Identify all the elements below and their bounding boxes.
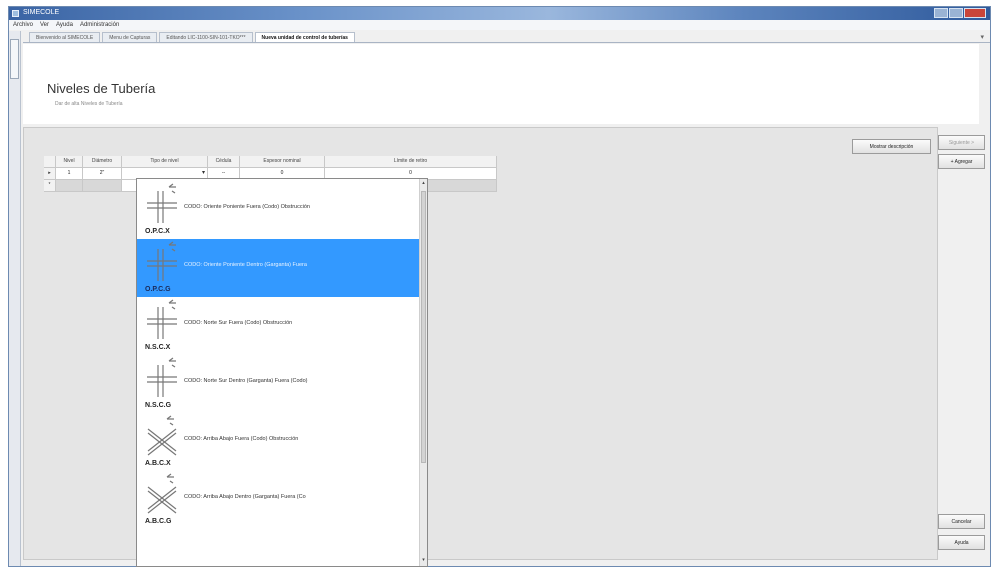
side-tab-nuevo-elemento[interactable] <box>10 39 19 79</box>
tab-bienvenido[interactable]: Bienvenido al SIMECOLE <box>29 32 101 42</box>
maximize-button[interactable] <box>949 8 963 18</box>
menu-ver[interactable]: Ver <box>40 22 49 28</box>
option-description: CODO: Oriente Poniente Dentro (Garganta)… <box>184 262 307 268</box>
grid-header-row: Nivel Diámetro Tipo de nivel Cédula Espe… <box>44 156 497 168</box>
page-header: Niveles de Tubería Dar de alta Niveles d… <box>23 44 979 124</box>
menu-bar: Archivo Ver Ayuda Administración <box>9 20 990 30</box>
option-description: CODO: Arriba Abajo Fuera (Codo) Obstrucc… <box>184 436 299 442</box>
scroll-up-icon[interactable]: ▴ <box>420 180 427 188</box>
next-button[interactable]: Siguiente > <box>938 135 985 150</box>
dropdown-option[interactable]: CODO: Norte Sur Fuera (Codo) Obstrucción… <box>137 297 420 355</box>
option-code: A.B.C.X <box>145 460 171 467</box>
tab-list-dropdown-icon[interactable]: ▾ <box>980 33 984 41</box>
new-cell[interactable] <box>56 180 83 192</box>
tab-menu-capturas[interactable]: Menu de Capturas <box>102 32 158 42</box>
menu-archivo[interactable]: Archivo <box>13 22 33 28</box>
option-code: N.S.C.G <box>145 402 172 409</box>
page-title: Niveles de Tubería <box>47 81 156 96</box>
side-panel-strip <box>9 31 21 566</box>
dropdown-option[interactable]: CODO: Arriba Abajo Dentro (Garganta) Fue… <box>137 471 420 529</box>
row-selector-header <box>44 156 56 168</box>
tipo-nivel-dropdown-list[interactable]: CODO: Oriente Poniente Fuera (Codo) Obst… <box>136 178 428 567</box>
option-description: CODO: Norte Sur Fuera (Codo) Obstrucción <box>184 320 293 326</box>
scroll-thumb[interactable] <box>421 191 426 463</box>
col-header-espesor[interactable]: Espesor nominal <box>240 156 325 168</box>
menu-administracion[interactable]: Administración <box>80 22 119 28</box>
new-row-selector[interactable]: * <box>44 180 56 192</box>
col-header-limite[interactable]: Límite de retiro <box>325 156 497 168</box>
row-selector[interactable]: ▸ <box>44 168 56 180</box>
cancel-button[interactable]: Cancelar <box>938 514 985 529</box>
tab-editando[interactable]: Editando LIC-1100-SIN-101-TKO*** <box>159 32 253 42</box>
option-code: A.B.C.G <box>145 518 172 525</box>
scroll-down-icon[interactable]: ▾ <box>420 557 427 565</box>
col-header-cedula[interactable]: Cédula <box>208 156 240 168</box>
window-title: SIMECOLE <box>23 9 60 16</box>
menu-ayuda[interactable]: Ayuda <box>56 22 73 28</box>
option-description: CODO: Norte Sur Dentro (Garganta) Fuera … <box>184 378 308 384</box>
dropdown-scrollbar[interactable]: ▴ ▾ <box>419 179 427 566</box>
new-cell[interactable] <box>83 180 122 192</box>
col-header-nivel[interactable]: Nivel <box>56 156 83 168</box>
tab-nueva-unidad[interactable]: Nueva unidad de control de tuberías <box>254 32 355 42</box>
option-description: CODO: Oriente Poniente Fuera (Codo) Obst… <box>184 204 310 210</box>
option-code: O.P.C.G <box>145 286 171 293</box>
minimize-button[interactable] <box>934 8 948 18</box>
dropdown-option[interactable]: CODO: Oriente Poniente Fuera (Codo) Obst… <box>137 181 420 239</box>
cell-nivel[interactable]: 1 <box>56 168 83 180</box>
app-icon <box>12 10 19 17</box>
cell-diametro[interactable]: 2" <box>83 168 122 180</box>
help-button[interactable]: Ayuda <box>938 535 985 550</box>
document-tabs: Bienvenido al SIMECOLE Menu de Capturas … <box>23 31 990 43</box>
dropdown-option[interactable]: CODO: Oriente Poniente Dentro (Garganta)… <box>137 239 420 297</box>
col-header-tipo[interactable]: Tipo de nivel <box>122 156 208 168</box>
option-description: CODO: Arriba Abajo Dentro (Garganta) Fue… <box>184 494 306 500</box>
add-button[interactable]: + Agregar <box>938 154 985 169</box>
title-bar[interactable]: SIMECOLE <box>9 7 990 20</box>
dropdown-option[interactable]: CODO: Norte Sur Dentro (Garganta) Fuera … <box>137 355 420 413</box>
show-description-button[interactable]: Mostrar descripción <box>852 139 931 154</box>
close-button[interactable] <box>964 8 986 18</box>
col-header-diametro[interactable]: Diámetro <box>83 156 122 168</box>
page-subtitle: Dar de alta Niveles de Tubería <box>55 101 123 107</box>
option-code: N.S.C.X <box>145 344 171 351</box>
dropdown-option[interactable]: CODO: Arriba Abajo Fuera (Codo) Obstrucc… <box>137 413 420 471</box>
option-code: O.P.C.X <box>145 228 170 235</box>
